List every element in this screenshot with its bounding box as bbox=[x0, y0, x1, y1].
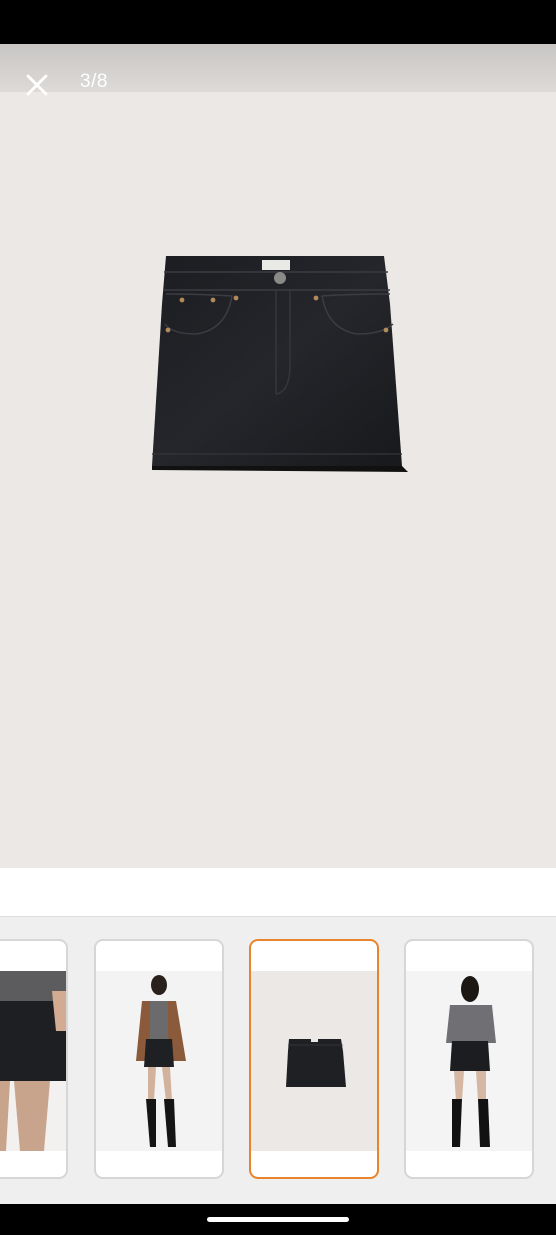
viewer-divider bbox=[0, 868, 556, 916]
thumbnail-1[interactable] bbox=[0, 939, 68, 1179]
thumbnail-4[interactable] bbox=[404, 939, 534, 1179]
close-icon[interactable] bbox=[18, 66, 56, 104]
image-counter: 3/8 bbox=[80, 71, 108, 92]
thumbnail-image bbox=[251, 971, 377, 1151]
thumbnail-image bbox=[0, 971, 66, 1151]
image-viewer[interactable]: 3/8 bbox=[0, 44, 556, 868]
home-indicator[interactable] bbox=[207, 1217, 349, 1222]
thumbnail-image bbox=[96, 971, 222, 1151]
thumbnail-2[interactable] bbox=[94, 939, 224, 1179]
product-image[interactable] bbox=[140, 244, 420, 484]
thumbnail-3-selected[interactable] bbox=[249, 939, 379, 1179]
thumbnail-image bbox=[406, 971, 532, 1151]
status-bar bbox=[0, 0, 556, 44]
thumbnail-strip[interactable] bbox=[0, 916, 556, 1205]
